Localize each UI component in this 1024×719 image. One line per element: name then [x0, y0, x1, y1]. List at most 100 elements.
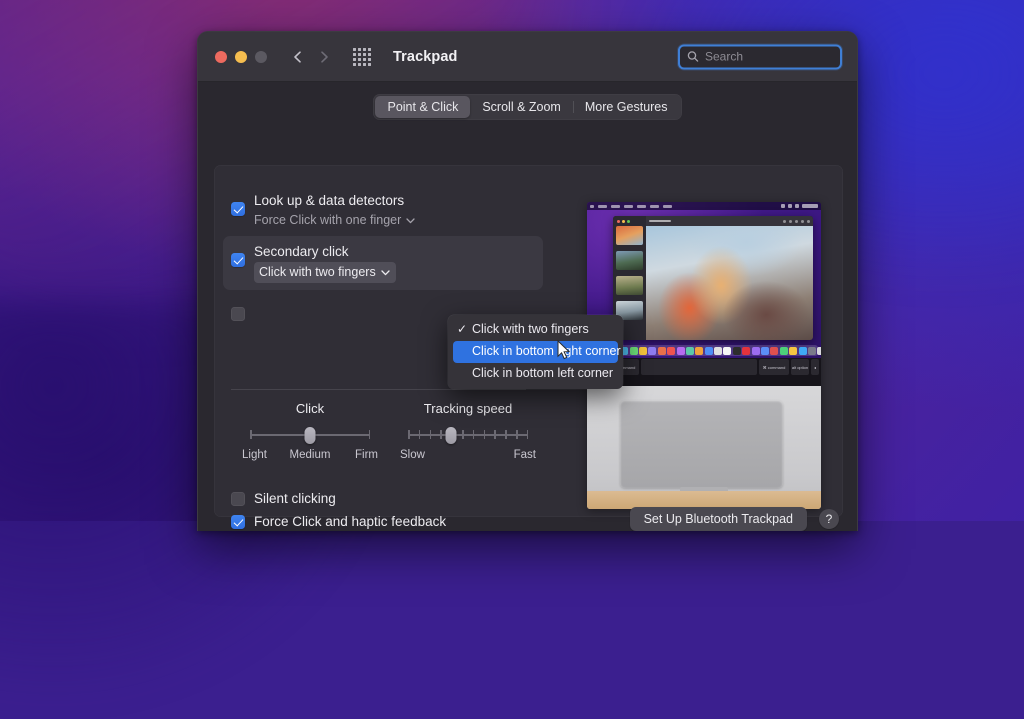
dock-icon	[761, 346, 770, 355]
checkbox-tap-to-click[interactable]	[231, 307, 245, 321]
slider-thumb-click[interactable]	[304, 427, 316, 444]
dock-icon	[798, 346, 807, 355]
slider-tick	[462, 430, 464, 439]
photos-title	[649, 219, 671, 223]
dock-icon	[695, 346, 704, 355]
slider-track	[408, 434, 528, 436]
close-button	[617, 220, 620, 223]
system-preferences-window: Trackpad Point & Click Scroll & Zoom Mor…	[197, 31, 858, 531]
menubar-item	[598, 204, 607, 208]
help-button[interactable]: ?	[819, 509, 839, 529]
menu-item-click-in-bottom-left-corner[interactable]: Click in bottom left corner	[448, 363, 623, 385]
traffic-light-buttons	[215, 50, 267, 63]
minimize-button	[622, 220, 625, 223]
key-arrow: ◂	[811, 359, 819, 375]
slider-tracking-speed[interactable]	[408, 427, 528, 444]
popup-secondary-click[interactable]: Click with two fingers	[254, 262, 396, 283]
slider-scale-tracking-speed: Slow Fast	[398, 449, 538, 461]
menubar-item	[637, 204, 646, 208]
tab-scroll-and-zoom[interactable]: Scroll & Zoom	[470, 96, 573, 118]
menubar-item	[624, 204, 633, 208]
dock-icon	[676, 346, 685, 355]
photo-thumbnail	[616, 276, 643, 295]
scale-label-fast: Fast	[513, 449, 536, 461]
slider-tick	[505, 430, 507, 439]
option-text-group: Look up & data detectors Force Click wit…	[254, 191, 415, 229]
menu-item-click-with-two-fingers[interactable]: Click with two fingers	[448, 319, 623, 341]
photos-toolbar	[646, 216, 813, 226]
set-up-bluetooth-trackpad-button[interactable]: Set Up Bluetooth Trackpad	[629, 507, 807, 531]
tab-point-and-click[interactable]: Point & Click	[375, 96, 471, 118]
slider-tick	[408, 430, 410, 439]
slider-tick	[483, 430, 486, 439]
window-titlebar: Trackpad	[198, 32, 857, 82]
option-secondary-click[interactable]: Secondary click Click with two fingers	[223, 236, 543, 290]
checkbox-secondary-click[interactable]	[231, 253, 245, 267]
preview-trackpad-surface	[620, 400, 783, 488]
scale-label-medium: Medium	[289, 449, 331, 461]
minimize-button[interactable]	[235, 50, 247, 63]
option-look-up-and-data-detectors[interactable]: Look up & data detectors Force Click wit…	[223, 185, 543, 236]
back-chevron-icon[interactable]	[291, 50, 305, 64]
search-input[interactable]	[705, 49, 833, 64]
slider-tick	[472, 430, 475, 439]
dock-icon	[779, 346, 788, 355]
key-space	[641, 359, 757, 375]
slider-tick	[418, 430, 421, 439]
apple-logo-icon	[590, 204, 594, 208]
key-option-right: alt option	[791, 359, 809, 375]
key-label: ⌘ command	[762, 364, 786, 370]
key-label: alt option	[791, 364, 809, 370]
zoom-icon	[795, 219, 798, 223]
search-field[interactable]	[678, 44, 842, 69]
menubar-clock	[802, 204, 818, 208]
sliders-section: Click Light Medium Firm Tracking speed S…	[223, 401, 543, 461]
slider-thumb-tracking-speed[interactable]	[445, 427, 457, 444]
favorite-icon	[807, 219, 810, 223]
dock-icon	[789, 346, 798, 355]
info-icon	[783, 219, 786, 223]
option-text-group: Secondary click Click with two fingers	[254, 242, 396, 283]
dock-icon	[723, 346, 732, 355]
menubar-item	[650, 204, 659, 208]
slider-tick	[516, 430, 518, 439]
battery-icon	[788, 204, 792, 208]
menu-item-click-in-bottom-right-corner[interactable]: Click in bottom right corner	[453, 341, 621, 363]
slider-tick	[368, 430, 370, 439]
dock-icon	[807, 346, 816, 355]
dock-icon	[629, 346, 638, 355]
dock-icon	[770, 346, 779, 355]
tab-bar: Point & Click Scroll & Zoom More Gesture…	[198, 94, 857, 120]
slider-group-click: Click Light Medium Firm	[240, 401, 380, 461]
checkbox-look-up[interactable]	[231, 202, 245, 216]
slider-tick	[440, 430, 442, 439]
show-all-grid-icon[interactable]	[353, 47, 371, 66]
scale-label-slow: Slow	[400, 449, 425, 461]
preview-laptop-base	[587, 386, 821, 509]
slider-tick	[526, 430, 528, 439]
slider-group-tracking-speed: Tracking speed Slow Fast	[398, 401, 538, 461]
zoom-button[interactable]	[255, 50, 267, 63]
search-icon	[789, 219, 792, 223]
slider-label-tracking-speed: Tracking speed	[423, 401, 513, 416]
dock-icon	[751, 346, 760, 355]
popup-look-up-modifier[interactable]: Force Click with one finger	[254, 211, 415, 229]
slider-scale-click: Light Medium Firm	[240, 449, 380, 461]
slider-tick	[250, 430, 252, 439]
zoom-button	[627, 220, 630, 223]
photo-thumbnail	[616, 226, 643, 245]
forward-chevron-icon[interactable]	[317, 50, 331, 64]
menubar-item	[611, 204, 620, 208]
close-button[interactable]	[215, 50, 227, 63]
preview-photos-window	[613, 216, 813, 340]
checkbox-silent-clicking[interactable]	[231, 492, 245, 506]
slider-click[interactable]	[250, 427, 370, 444]
wifi-icon	[781, 204, 785, 208]
tab-more-gestures[interactable]: More Gestures	[572, 96, 680, 118]
popup-value-look-up: Force Click with one finger	[254, 213, 402, 227]
section-divider	[231, 389, 526, 390]
secondary-click-dropdown-menu[interactable]: Click with two fingers Click in bottom r…	[448, 315, 623, 389]
slider-label-click: Click	[295, 401, 325, 416]
photo-content	[646, 226, 813, 340]
key-command-right: ⌘ command	[759, 359, 789, 375]
